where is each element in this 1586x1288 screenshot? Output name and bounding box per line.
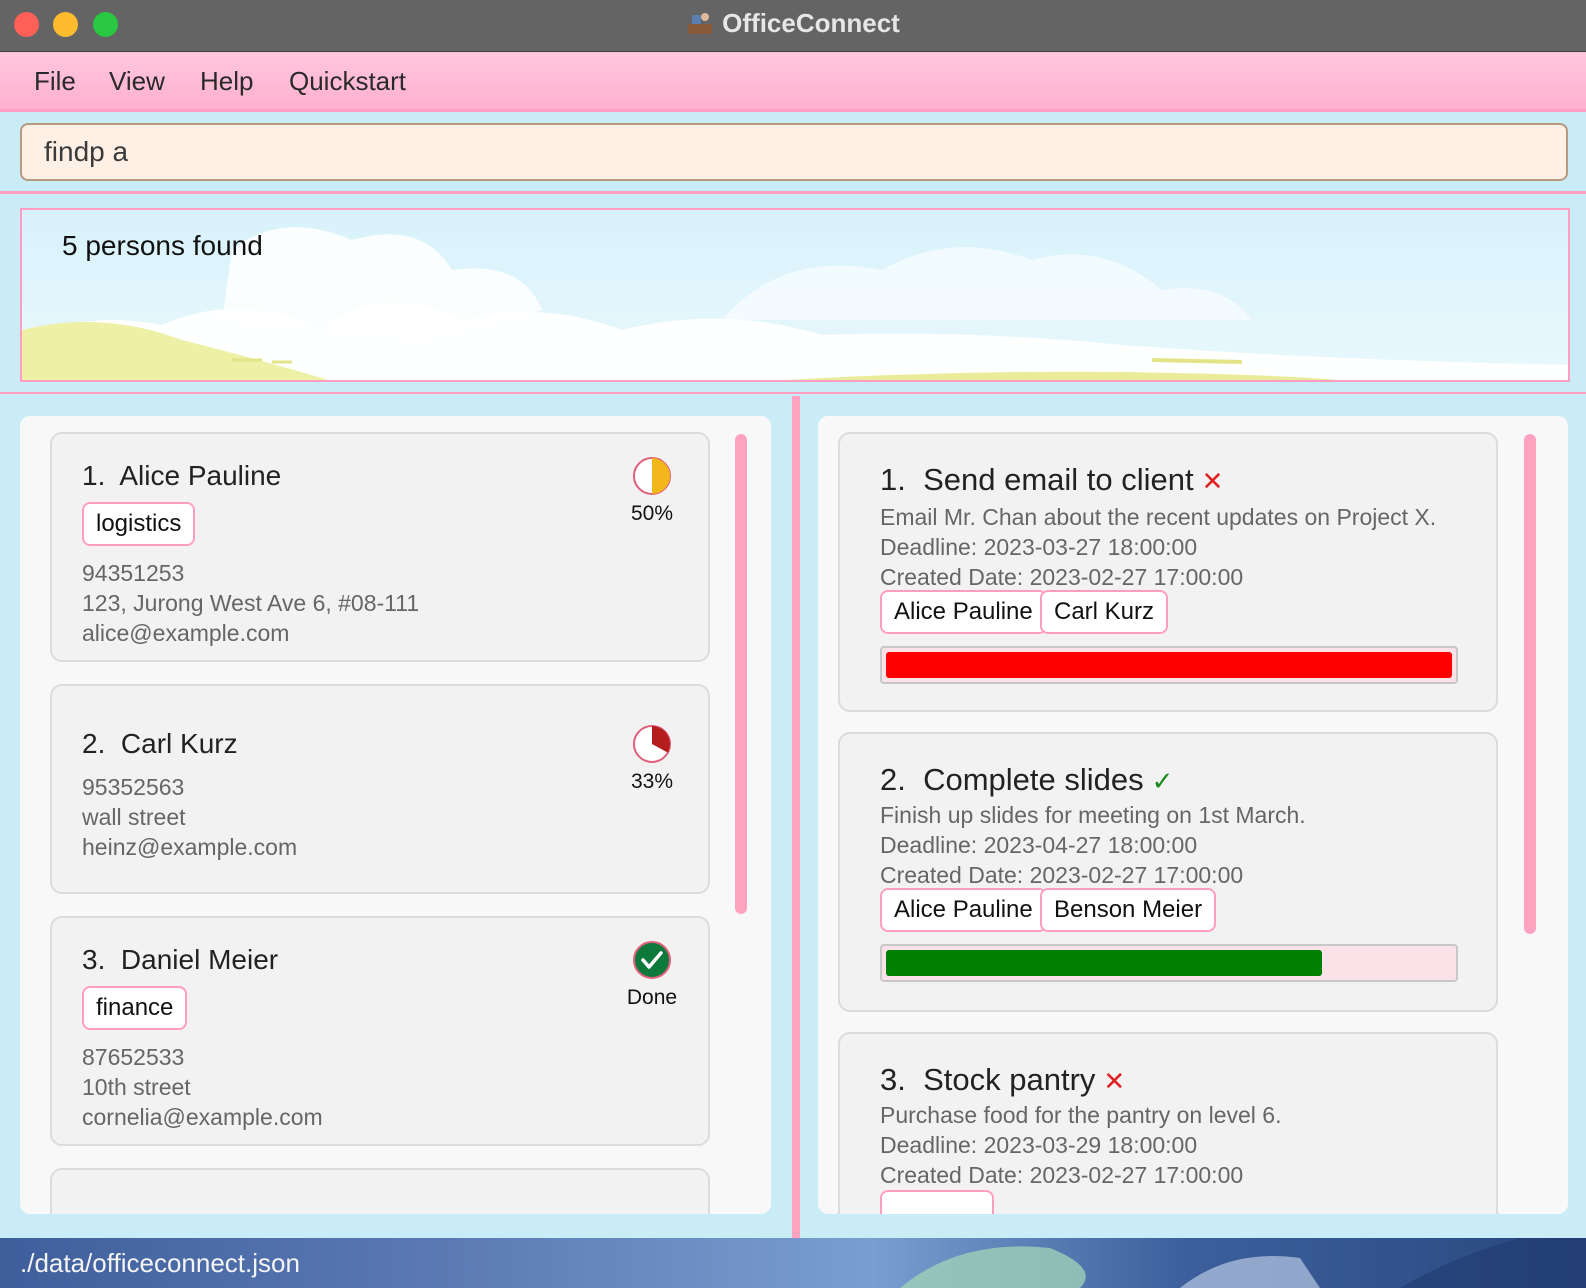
window-title: OfficeConnect [0,8,1586,39]
person-index: 3. [82,944,106,975]
progress-label: 33% [630,770,674,793]
task-description: Finish up slides for meeting on 1st Marc… [880,802,1306,828]
cross-icon: ✕ [1103,1066,1126,1096]
menu-help[interactable]: Help [200,66,253,97]
result-display-area: 5 persons found [0,194,1586,394]
done-check-icon [633,941,671,979]
progress-label: 50% [630,502,674,525]
task-assignee-tag: Alice Pauline [880,888,1047,932]
task-index: 2. [880,762,906,797]
split-pane-divider[interactable] [792,396,800,1238]
progress-pie-icon [633,457,671,495]
task-description: Email Mr. Chan about the recent updates … [880,504,1437,530]
task-assignee-tag: Benson Meier [1040,888,1217,932]
task-created-date: Created Date: 2023-02-27 17:00:00 [880,564,1244,590]
person-index: 2. [82,728,106,759]
task-index: 1. [880,462,906,497]
menu-view[interactable]: View [109,66,165,97]
command-input[interactable] [20,123,1568,181]
task-card[interactable]: 1. Send email to client ✕ Email Mr. Chan … [838,432,1498,712]
person-name: Carl Kurz [120,728,238,759]
person-name-row: 3. Daniel Meier [82,944,278,976]
task-deadline: Deadline: 2023-04-27 18:00:00 [880,832,1198,858]
task-progress-fill [886,950,1322,976]
task-title-row: 1. Send email to client ✕ [880,462,1223,498]
task-card[interactable]: 2. Complete slides ✓ Finish up slides for… [838,732,1498,1012]
person-card[interactable]: 3. Daniel Meier finance 87652533 10th st… [50,916,710,1146]
task-assignee-tag [880,1190,994,1214]
person-name: Alice Pauline [119,460,282,491]
task-card[interactable]: 3. Stock pantry ✕ Purchase food for the p… [838,1032,1498,1214]
person-tag: logistics [82,502,196,546]
person-name-row: 2. Carl Kurz [82,728,238,760]
person-address: wall street [82,804,186,830]
task-title: Complete slides [923,762,1144,797]
title-bar: OfficeConnect [0,0,1586,52]
person-email: alice@example.com [82,620,290,646]
progress-label: Done [626,986,678,1009]
cross-icon: ✕ [1201,466,1224,496]
menu-bar: File View Help Quickstart [0,52,1586,112]
person-tag: finance [82,986,188,1030]
command-box-area [0,112,1586,194]
task-list-scrollbar[interactable] [1524,434,1536,934]
person-list-scrollbar[interactable] [735,434,747,914]
task-list-panel[interactable]: 1. Send email to client ✕ Email Mr. Chan … [818,416,1568,1214]
person-card[interactable]: 2. Carl Kurz 95352563 wall street heinz@… [50,684,710,894]
task-title: Send email to client [923,462,1194,497]
person-card[interactable]: 1. Alice Pauline logistics 94351253 123,… [50,432,710,662]
check-icon: ✓ [1151,766,1174,796]
person-phone: 87652533 [82,1044,185,1070]
task-deadline: Deadline: 2023-03-29 18:00:00 [880,1132,1198,1158]
person-email: heinz@example.com [82,834,298,860]
task-title-row: 2. Complete slides ✓ [880,762,1173,798]
menu-quickstart[interactable]: Quickstart [289,66,406,97]
task-description: Purchase food for the pantry on level 6. [880,1102,1282,1128]
person-list-panel[interactable]: 1. Alice Pauline logistics 94351253 123,… [20,416,771,1214]
person-phone: 95352563 [82,774,185,800]
result-display: 5 persons found [20,208,1570,382]
person-email: cornelia@example.com [82,1104,323,1130]
task-created-date: Created Date: 2023-02-27 17:00:00 [880,862,1244,888]
task-created-date: Created Date: 2023-02-27 17:00:00 [880,1162,1244,1188]
result-message: 5 persons found [62,230,263,261]
status-bar: ./data/officeconnect.json [0,1238,1586,1288]
task-progress-fill [886,652,1452,678]
save-file-path: ./data/officeconnect.json [20,1248,300,1278]
menu-file[interactable]: File [34,66,76,97]
person-address: 123, Jurong West Ave 6, #08-111 [82,590,420,616]
task-progress-bar [880,646,1458,684]
person-name: Daniel Meier [120,944,279,975]
task-progress-bar [880,944,1458,982]
task-deadline: Deadline: 2023-03-27 18:00:00 [880,534,1198,560]
task-index: 3. [880,1062,906,1097]
person-card[interactable] [50,1168,710,1214]
window-title-text: OfficeConnect [722,8,900,38]
task-title: Stock pantry [923,1062,1096,1097]
app-icon [688,13,713,34]
task-assignee-tag: Carl Kurz [1040,590,1169,634]
task-assignee-tag: Alice Pauline [880,590,1047,634]
person-address: 10th street [82,1074,191,1100]
person-phone: 94351253 [82,560,185,586]
person-name-row: 1. Alice Pauline [82,460,281,492]
person-index: 1. [82,460,106,491]
task-title-row: 3. Stock pantry ✕ [880,1062,1125,1098]
progress-pie-icon [633,725,671,763]
lists-area: 1. Alice Pauline logistics 94351253 123,… [0,396,1586,1238]
